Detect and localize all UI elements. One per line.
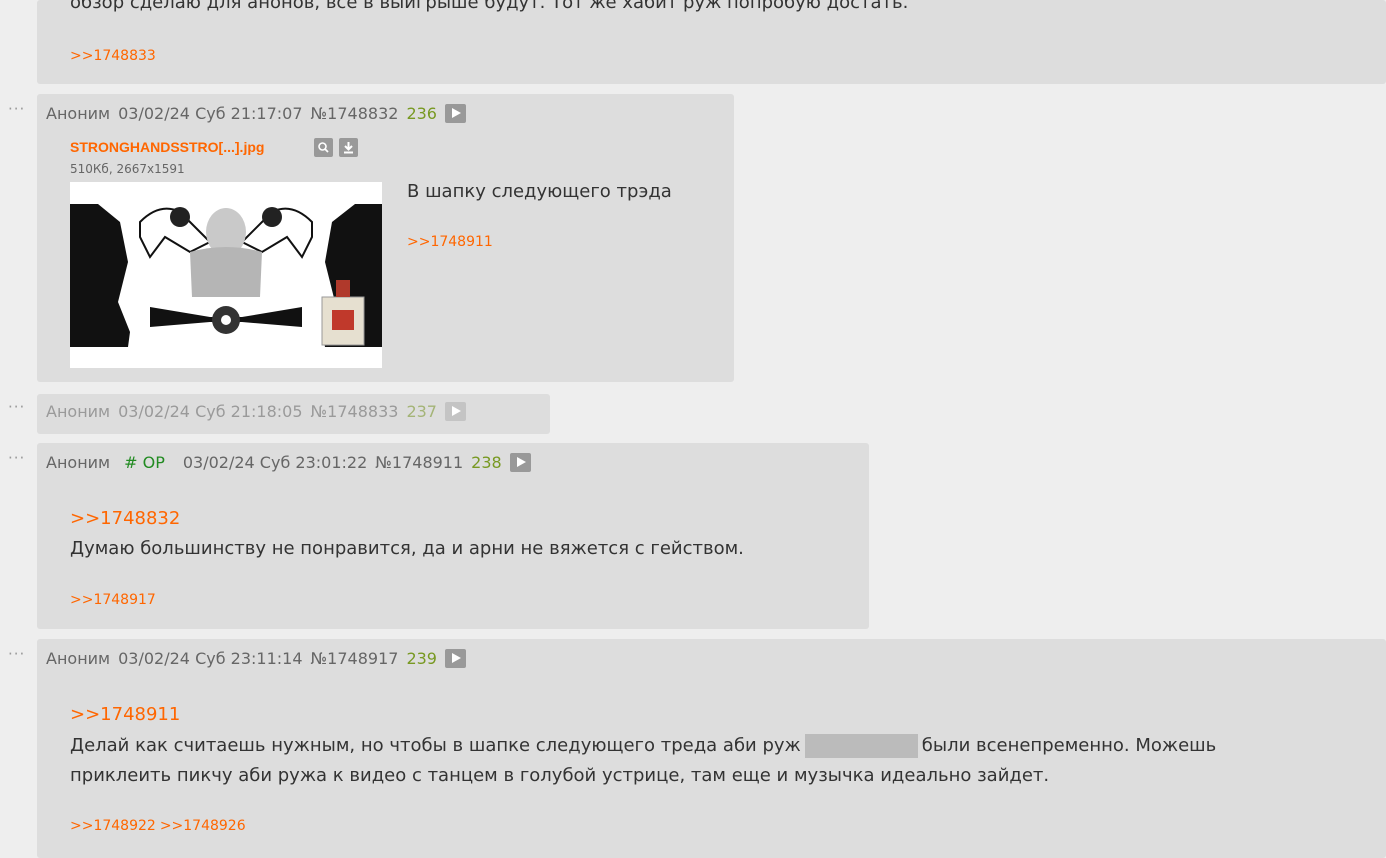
post-replies: >>1748911 <box>407 234 497 250</box>
spoiler[interactable] <box>804 734 918 758</box>
post-text-part: Делай как считаешь нужным, но чтобы в ша… <box>70 735 801 756</box>
post-238: Аноним # OP 03/02/24 Суб 23:01:22 №17489… <box>37 443 869 629</box>
post-replies: >>1748833 <box>70 48 160 64</box>
post-text: обзор сделаю для анонов, все в выигрыше … <box>70 0 909 13</box>
post-author[interactable]: Аноним <box>46 402 110 421</box>
post-top: обзор сделаю для анонов, все в выигрыше … <box>37 0 1386 84</box>
post-author[interactable]: Аноним <box>46 104 110 123</box>
more-icon[interactable]: ··· <box>8 647 25 662</box>
post-datetime: 03/02/24 Суб 21:17:07 <box>118 104 303 123</box>
reply-link[interactable]: >>1748926 <box>160 818 246 834</box>
post-datetime: 03/02/24 Суб 23:11:14 <box>118 649 303 668</box>
post-datetime: 03/02/24 Суб 23:01:22 <box>182 453 368 472</box>
post-datetime: 03/02/24 Суб 21:18:05 <box>118 402 303 421</box>
post-thumbnail[interactable] <box>70 182 382 368</box>
more-icon[interactable]: ··· <box>8 451 25 466</box>
post-quote-link[interactable]: >>1748911 <box>70 700 180 730</box>
post-text-part: были всенепременно. Можешь <box>921 735 1217 756</box>
post-text: Делай как считаешь нужным, но чтобы в ша… <box>70 731 1370 791</box>
post-index: 239 <box>406 649 437 668</box>
post-details: Аноним 03/02/24 Суб 21:18:05 №1748833 23… <box>46 402 466 421</box>
post-number[interactable]: №1748833 <box>311 402 399 421</box>
file-link[interactable]: STRONGHANDSSTRO[...].jpg <box>70 139 264 155</box>
op-tag: # OP <box>124 453 165 472</box>
reply-link[interactable]: >>1748833 <box>70 48 156 64</box>
post-number[interactable]: №1748917 <box>311 649 399 668</box>
post-author[interactable]: Аноним <box>46 453 110 472</box>
post-text-line: приклеить пикчу аби ружа к видео с танце… <box>70 765 1050 786</box>
play-icon[interactable] <box>509 453 531 472</box>
post-replies: >>1748922 >>1748926 <box>70 818 250 834</box>
post-author[interactable]: Аноним <box>46 649 110 668</box>
post-237[interactable]: Аноним 03/02/24 Суб 21:18:05 №1748833 23… <box>37 394 550 434</box>
reply-link[interactable]: >>1748922 <box>70 818 156 834</box>
reply-link[interactable]: >>1748917 <box>70 592 156 608</box>
post-details: Аноним # OP 03/02/24 Суб 23:01:22 №17489… <box>46 453 531 472</box>
download-icon[interactable] <box>339 138 358 157</box>
post-236: Аноним 03/02/24 Суб 21:17:07 №1748832 23… <box>37 94 734 382</box>
post-number[interactable]: №1748911 <box>375 453 463 472</box>
post-number[interactable]: №1748832 <box>311 104 399 123</box>
post-replies: >>1748917 <box>70 592 160 608</box>
play-icon[interactable] <box>444 402 466 421</box>
file-meta: 510Кб, 2667x1591 <box>70 162 185 176</box>
post-239: Аноним 03/02/24 Суб 23:11:14 №1748917 23… <box>37 639 1386 858</box>
post-index: 237 <box>406 402 437 421</box>
post-quote-link[interactable]: >>1748832 <box>70 504 180 534</box>
post-details: Аноним 03/02/24 Суб 23:11:14 №1748917 23… <box>46 649 466 668</box>
magnifier-icon[interactable] <box>314 138 333 157</box>
post-index: 238 <box>471 453 502 472</box>
post-text: В шапку следующего трэда <box>407 181 672 202</box>
play-icon[interactable] <box>444 649 466 668</box>
post-index: 236 <box>406 104 437 123</box>
reply-link[interactable]: >>1748911 <box>407 234 493 250</box>
more-icon[interactable]: ··· <box>8 102 25 117</box>
more-icon[interactable]: ··· <box>8 400 25 415</box>
post-details: Аноним 03/02/24 Суб 21:17:07 №1748832 23… <box>46 104 466 123</box>
post-text: Думаю большинству не понравится, да и ар… <box>70 538 744 559</box>
play-icon[interactable] <box>444 104 466 123</box>
